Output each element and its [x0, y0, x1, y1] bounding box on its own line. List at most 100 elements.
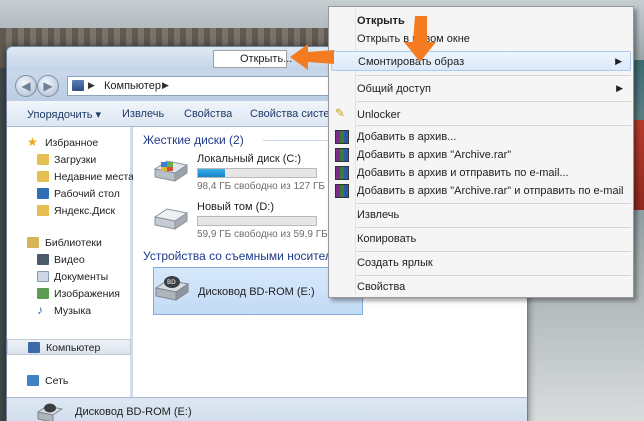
- menu-separator: [357, 275, 631, 276]
- folder-icon: [37, 154, 49, 165]
- group-header-removable[interactable]: Устройства со съемными носителями: [143, 249, 353, 263]
- nav-item-desktop[interactable]: Рабочий стол: [7, 186, 131, 202]
- menu-item-label: Открыть: [357, 15, 405, 27]
- menu-separator: [357, 227, 631, 228]
- hard-drive-icon: [153, 159, 189, 185]
- nav-item-yandex-disk[interactable]: Яндекс.Диск: [7, 203, 131, 219]
- nav-label: Изображения: [54, 288, 120, 300]
- unlocker-icon: ✎: [335, 106, 346, 120]
- drive-name: Новый том (D:): [197, 201, 274, 213]
- navigation-pane: ★ Избранное Загрузки Недавние места Рабо…: [7, 127, 134, 397]
- usage-bar: [197, 216, 317, 226]
- menu-item-open[interactable]: Открыть: [331, 11, 631, 31]
- free-space-text: 59,9 ГБ свободно из 59,9 ГБ: [197, 229, 328, 240]
- computer-icon: [72, 80, 84, 91]
- pictures-icon: [37, 288, 49, 299]
- nav-item-computer[interactable]: Компьютер: [7, 339, 131, 355]
- menu-item-eject[interactable]: Извлечь: [331, 205, 631, 225]
- menu-item-label: Добавить в архив "Archive.rar" и отправи…: [357, 185, 624, 197]
- usage-bar: [197, 168, 317, 178]
- nav-label: Недавние места: [54, 171, 134, 183]
- eject-button[interactable]: Извлечь: [122, 108, 164, 120]
- properties-button[interactable]: Свойства: [184, 108, 232, 120]
- drive-name: Дисковод BD-ROM (E:): [198, 286, 315, 298]
- nav-item-video[interactable]: Видео: [7, 252, 131, 268]
- documents-icon: [37, 271, 49, 282]
- desktop-icon: [37, 188, 49, 199]
- menu-item-label: Добавить в архив...: [357, 131, 457, 143]
- nav-item-network[interactable]: Сеть: [7, 373, 131, 389]
- nav-item-music[interactable]: ♪ Музыка: [7, 303, 131, 319]
- chevron-right-icon[interactable]: ▶: [88, 80, 95, 91]
- menu-item-mount-image[interactable]: Смонтировать образ ▶: [331, 51, 631, 71]
- nav-label: Видео: [54, 254, 85, 266]
- menu-separator: [357, 75, 631, 76]
- menu-item-add-to-archive[interactable]: Добавить в архив...: [331, 127, 631, 147]
- submenu-arrow-icon: ▶: [616, 83, 623, 93]
- details-pane: Дисковод BD-ROM (E:): [7, 397, 527, 421]
- nav-label: Загрузки: [54, 154, 97, 166]
- back-button[interactable]: ◀: [15, 75, 37, 97]
- menu-item-label: Свойства: [357, 281, 406, 293]
- group-header-hard-disks[interactable]: Жесткие диски (2): [143, 133, 244, 147]
- menu-item-label: Unlocker: [357, 109, 401, 121]
- usage-fill: [198, 169, 226, 177]
- nav-label: Документы: [54, 271, 109, 283]
- menu-item-copy[interactable]: Копировать: [331, 229, 631, 249]
- menu-item-label: Извлечь: [357, 209, 400, 221]
- menu-item-archive-rar-and-email[interactable]: Добавить в архив "Archive.rar" и отправи…: [331, 181, 631, 201]
- nav-item-favorites[interactable]: ★ Избранное: [7, 135, 131, 151]
- nav-label: Компьютер: [46, 342, 101, 354]
- menu-separator: [357, 203, 631, 204]
- menu-separator: [357, 101, 631, 102]
- menu-item-unlocker[interactable]: ✎ Unlocker: [331, 105, 631, 125]
- menu-item-label: Добавить в архив "Archive.rar": [357, 149, 512, 161]
- menu-item-create-shortcut[interactable]: Создать ярлык: [331, 253, 631, 273]
- nav-item-libraries[interactable]: Библиотеки: [7, 235, 131, 251]
- folder-icon: [37, 171, 49, 182]
- menu-separator: [357, 125, 631, 126]
- nav-item-documents[interactable]: Документы: [7, 269, 131, 285]
- open-hint-label: Открыть...: [213, 50, 292, 68]
- nav-label: Рабочий стол: [54, 188, 120, 200]
- menu-item-properties[interactable]: Свойства: [331, 277, 631, 297]
- menu-item-add-to-archive-rar[interactable]: Добавить в архив "Archive.rar": [331, 145, 631, 165]
- star-icon: ★: [27, 135, 38, 149]
- nav-label: Избранное: [45, 137, 99, 149]
- menu-item-label: Создать ярлык: [357, 257, 433, 269]
- arrow-down-icon: [404, 16, 436, 62]
- winrar-icon: [335, 148, 349, 162]
- organize-button[interactable]: Упорядочить ▾: [27, 108, 101, 121]
- nav-label: Сеть: [45, 375, 69, 387]
- chevron-right-icon[interactable]: ▶: [162, 80, 169, 91]
- bd-rom-icon: [36, 402, 64, 421]
- nav-item-downloads[interactable]: Загрузки: [7, 152, 131, 168]
- nav-item-pictures[interactable]: Изображения: [7, 286, 131, 302]
- nav-item-recent-places[interactable]: Недавние места: [7, 169, 134, 185]
- winrar-icon: [335, 166, 349, 180]
- library-icon: [27, 237, 39, 248]
- menu-item-share[interactable]: Общий доступ ▶: [331, 79, 631, 99]
- menu-item-label: Копировать: [357, 233, 417, 245]
- menu-item-label: Добавить в архив и отправить по e-mail..…: [357, 167, 569, 179]
- folder-icon: [37, 205, 49, 216]
- menu-item-open-new-window[interactable]: Открыть в новом окне: [331, 29, 631, 49]
- nav-label: Яндекс.Диск: [54, 205, 116, 217]
- menu-separator: [357, 251, 631, 252]
- winrar-icon: [335, 130, 349, 144]
- nav-label: Музыка: [54, 305, 92, 317]
- submenu-arrow-icon: ▶: [615, 56, 622, 66]
- context-menu: Открыть Открыть в новом окне Смонтироват…: [328, 6, 634, 298]
- hard-drive-icon: [153, 207, 189, 233]
- menu-item-archive-and-email[interactable]: Добавить в архив и отправить по e-mail..…: [331, 163, 631, 183]
- nav-label: Библиотеки: [45, 237, 102, 249]
- arrow-left-icon: [290, 44, 334, 70]
- status-drive-name: Дисковод BD-ROM (E:): [75, 406, 192, 418]
- forward-button[interactable]: ▶: [37, 75, 59, 97]
- computer-icon: [28, 342, 40, 353]
- svg-text:BD: BD: [167, 279, 176, 286]
- video-icon: [37, 254, 49, 265]
- music-icon: ♪: [37, 303, 43, 317]
- drive-name: Локальный диск (C:): [197, 153, 302, 165]
- menu-item-label: Общий доступ: [357, 83, 431, 95]
